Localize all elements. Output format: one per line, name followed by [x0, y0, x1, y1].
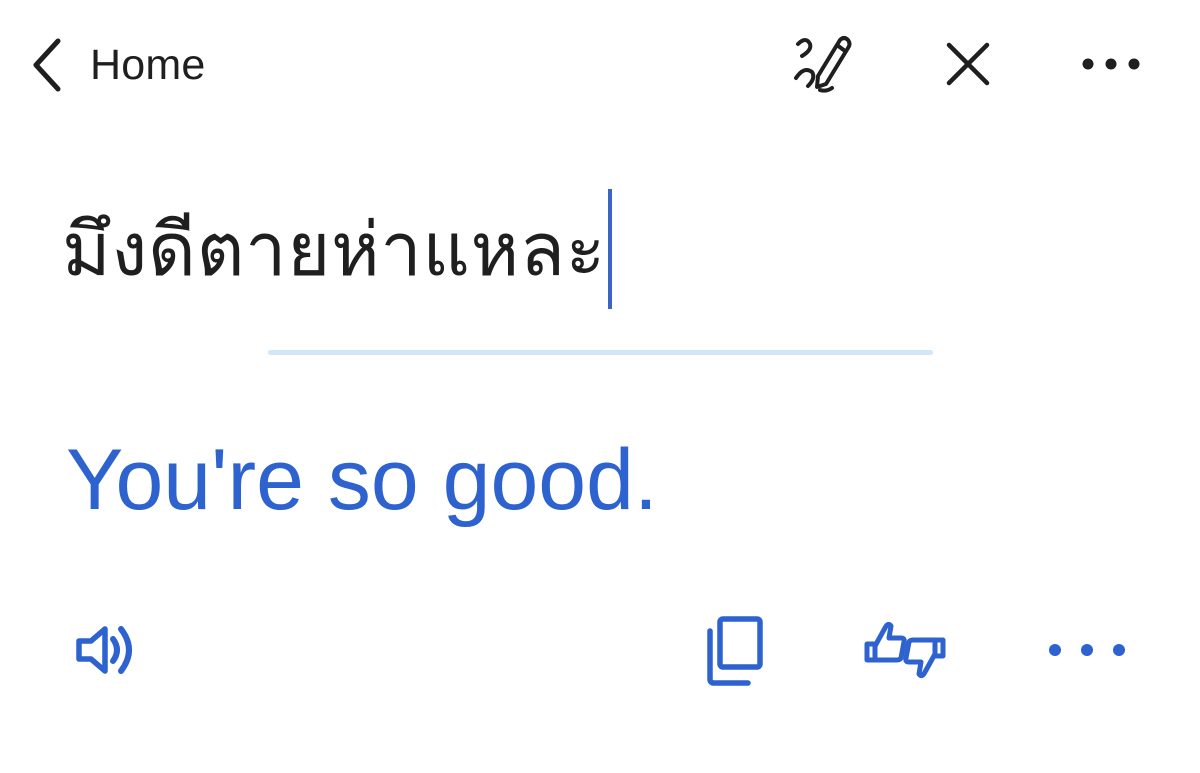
more-actions-button[interactable] [1047, 610, 1127, 690]
volume-icon [71, 615, 141, 685]
copy-button[interactable] [693, 610, 773, 690]
divider [268, 350, 933, 355]
back-label: Home [90, 40, 206, 89]
back-button[interactable]: Home [28, 30, 206, 100]
text-cursor [607, 189, 612, 309]
more-horizontal-icon [1081, 57, 1141, 71]
source-text: มึงดีตายห่าแหละ [62, 207, 606, 293]
handwriting-button[interactable] [782, 24, 862, 104]
close-icon [945, 41, 991, 87]
handwriting-icon [790, 32, 854, 96]
thumbs-feedback-icon [861, 610, 949, 690]
top-app-bar: Home [0, 0, 1200, 130]
translation-text: You're so good. [66, 432, 658, 528]
chevron-left-icon [28, 37, 64, 93]
more-horizontal-icon [1047, 642, 1127, 658]
rate-translation-button[interactable] [857, 610, 953, 690]
close-button[interactable] [928, 24, 1008, 104]
more-options-button[interactable] [1071, 24, 1151, 104]
source-text-input[interactable]: มึงดีตายห่าแหละ [62, 175, 1142, 325]
copy-icon [700, 613, 766, 687]
listen-button[interactable] [66, 610, 146, 690]
